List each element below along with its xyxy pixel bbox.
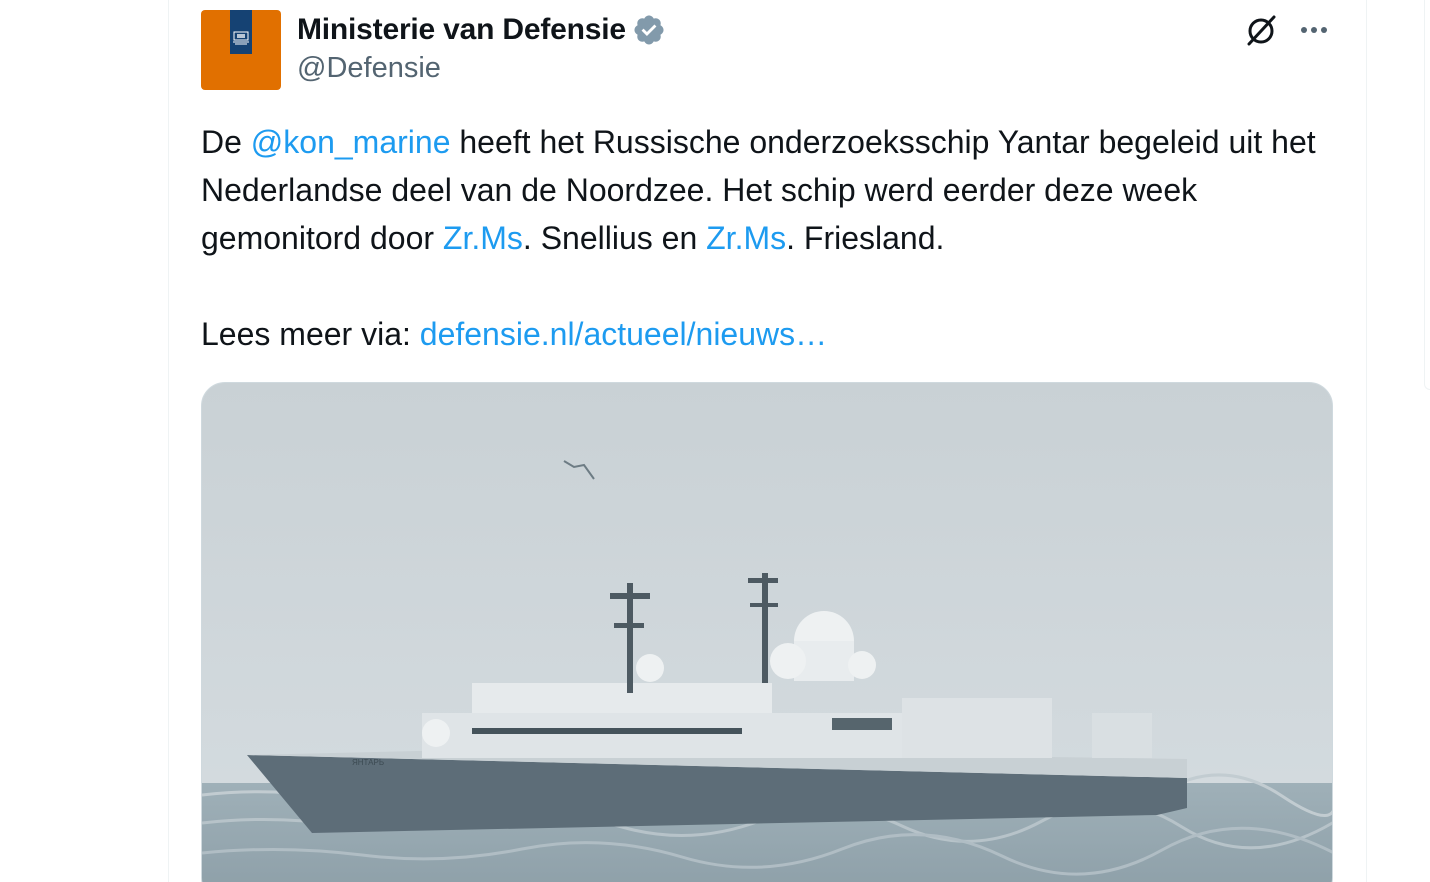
ship-mast-forward: [627, 583, 633, 693]
sidebar-edge: [1424, 0, 1430, 390]
author-name-row: Ministerie van Defensie: [297, 12, 666, 48]
author-handle[interactable]: @Defensie: [297, 52, 441, 85]
crest-icon: [233, 31, 249, 45]
tweet-text-part: . Snellius en: [522, 220, 707, 256]
ship-superstructure: [422, 713, 902, 758]
mention-link[interactable]: @kon_marine: [251, 124, 451, 160]
tweet-text-part: . Friesland.: [786, 220, 945, 256]
verified-badge-icon: [634, 15, 664, 45]
tweet-media-photo[interactable]: ЯНТАРЬ: [201, 382, 1333, 882]
read-more-label: Lees meer via:: [201, 316, 420, 352]
ship-mast-aft: [762, 573, 768, 683]
ship-hull-name: ЯНТАРЬ: [352, 758, 384, 767]
tweet-text: De @kon_marine heeft het Russische onder…: [201, 118, 1321, 358]
grok-icon[interactable]: [1243, 12, 1279, 48]
read-more-link[interactable]: defensie.nl/actueel/nieuws…: [420, 316, 827, 352]
ship-photo: ЯНТАРЬ: [202, 383, 1332, 882]
more-dots-icon[interactable]: [1296, 16, 1336, 44]
author-display-name[interactable]: Ministerie van Defensie: [297, 13, 626, 47]
avatar[interactable]: [201, 10, 281, 90]
hashtag-link-zrms[interactable]: Zr.Ms: [443, 220, 523, 256]
hashtag-link-zrms[interactable]: Zr.Ms: [706, 220, 786, 256]
tweet-text-part: De: [201, 124, 251, 160]
